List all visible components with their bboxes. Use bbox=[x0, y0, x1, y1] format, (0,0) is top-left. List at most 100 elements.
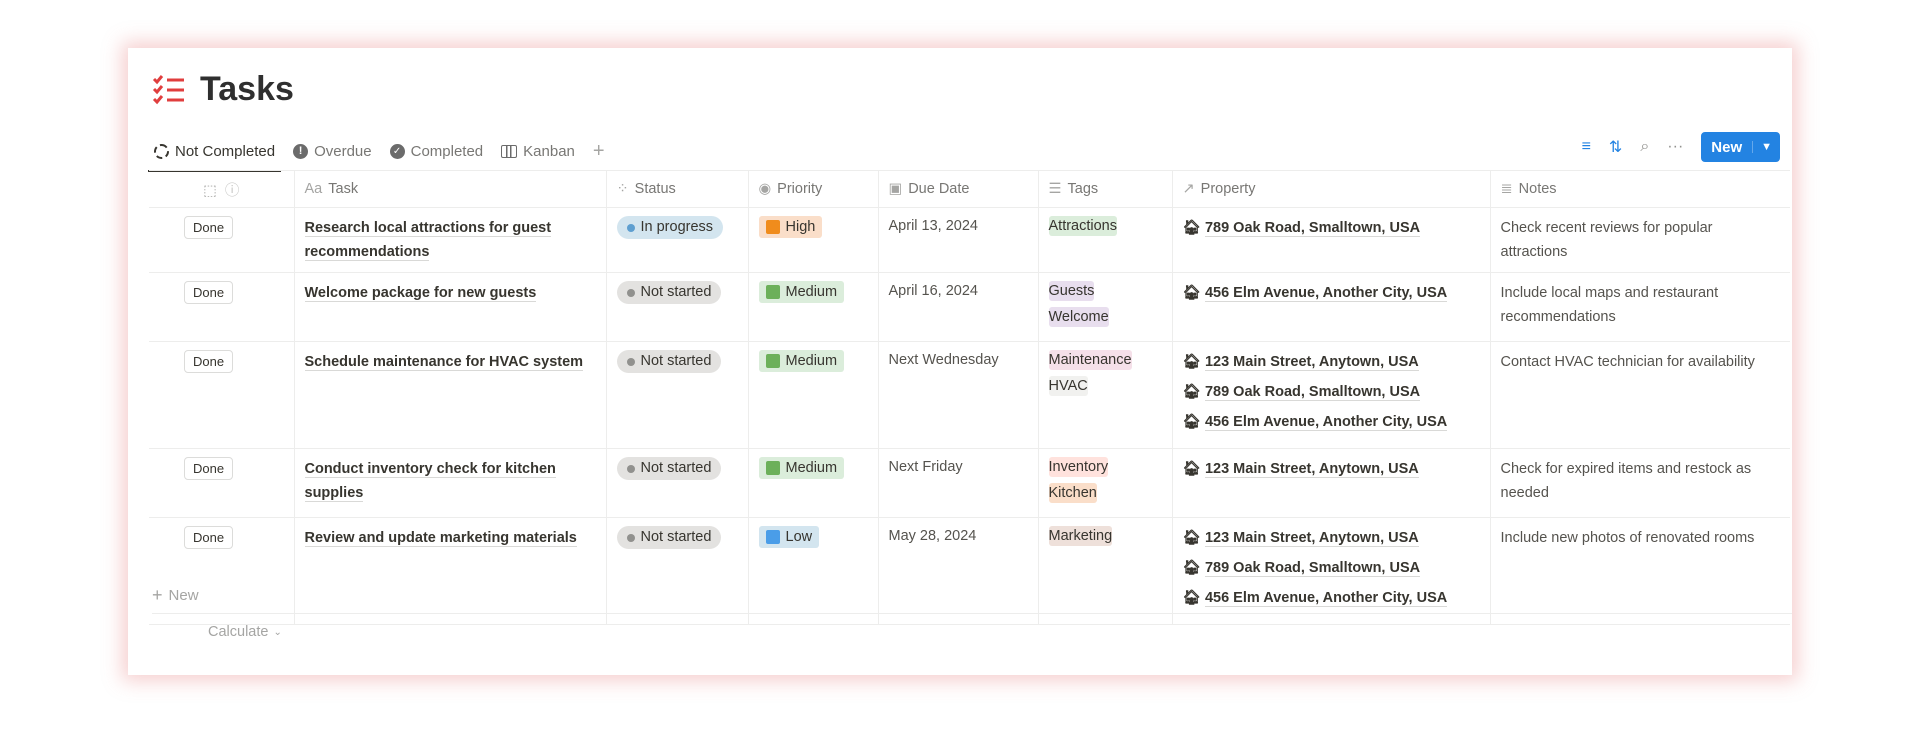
header-row: ⬚ ⓘ Aa Task ⁘ Status ◉ Priority ▣ Due Date ☰… bbox=[149, 170, 1790, 208]
task-cell[interactable]: Welcome package for new guests bbox=[293, 272, 607, 342]
done-button[interactable]: Done bbox=[184, 281, 234, 304]
tag-badge: Inventory bbox=[1048, 457, 1109, 477]
house-icon: 🏠︎ bbox=[1182, 461, 1201, 477]
more-icon[interactable]: ··· bbox=[1667, 138, 1683, 156]
table-row[interactable]: Done Conduct inventory check for kitchen… bbox=[149, 448, 1790, 518]
column-header-property[interactable]: ↗ Property bbox=[1171, 170, 1491, 208]
task-title[interactable]: Research local attractions for guest rec… bbox=[304, 220, 552, 261]
column-header-task[interactable]: Aa Task bbox=[293, 170, 607, 208]
select-icon: ◉ bbox=[758, 181, 772, 197]
sort-icon[interactable]: ⇅ bbox=[1609, 137, 1622, 157]
search-icon[interactable]: ⌕ bbox=[1640, 138, 1649, 156]
checklist-icon bbox=[152, 74, 184, 104]
tasks-database: Tasks Not Completed ! Overdue ✓ Completed … bbox=[128, 48, 1792, 675]
property-link[interactable]: 🏠︎ 123 Main Street, Anytown, USA bbox=[1183, 350, 1480, 374]
column-header-status[interactable]: ⁘ Status bbox=[605, 170, 749, 208]
notes-cell[interactable]: Check recent reviews for popular attract… bbox=[1489, 207, 1790, 273]
house-icon: 🏠︎ bbox=[1182, 220, 1201, 236]
property-cell[interactable]: 🏠︎ 789 Oak Road, Smalltown, USA bbox=[1171, 207, 1491, 273]
priority-cell[interactable]: High bbox=[747, 207, 879, 273]
due-date-cell[interactable]: Next Wednesday bbox=[877, 341, 1039, 449]
priority-square-icon bbox=[765, 530, 780, 544]
property-link[interactable]: 🏠︎ 123 Main Street, Anytown, USA bbox=[1183, 526, 1480, 550]
status-dot-icon bbox=[626, 223, 635, 232]
plus-icon: + bbox=[592, 139, 605, 162]
column-header-due-date[interactable]: ▣ Due Date bbox=[877, 170, 1039, 208]
status-cell[interactable]: Not started bbox=[605, 272, 749, 342]
view-toolbar: ≡ ⇅ ⌕ ··· New ▼ bbox=[1582, 132, 1780, 162]
property-cell[interactable]: 🏠︎ 456 Elm Avenue, Another City, USA bbox=[1171, 272, 1491, 342]
column-header-tags[interactable]: ☰ Tags bbox=[1037, 170, 1173, 208]
priority-cell[interactable]: Medium bbox=[747, 448, 879, 518]
property-link[interactable]: 🏠︎ 123 Main Street, Anytown, USA bbox=[1183, 457, 1480, 481]
add-view-button[interactable]: + bbox=[587, 132, 611, 170]
priority-badge: High bbox=[758, 216, 823, 238]
task-cell[interactable]: Conduct inventory check for kitchen supp… bbox=[293, 448, 607, 518]
table-row[interactable]: Done Schedule maintenance for HVAC syste… bbox=[149, 341, 1790, 449]
status-cell[interactable]: In progress bbox=[605, 207, 749, 273]
priority-badge: Low bbox=[758, 526, 820, 548]
done-button[interactable]: Done bbox=[184, 457, 234, 480]
property-link[interactable]: 🏠︎ 456 Elm Avenue, Another City, USA bbox=[1183, 410, 1480, 434]
table-row[interactable]: Done Welcome package for new guests Not … bbox=[149, 272, 1790, 342]
chevron-down-icon: ⌄ bbox=[273, 626, 282, 638]
plus-icon: + bbox=[152, 585, 163, 605]
task-title[interactable]: Review and update marketing materials bbox=[304, 530, 577, 547]
tags-cell[interactable]: Guests Welcome bbox=[1037, 272, 1173, 342]
status-cell[interactable]: Not started bbox=[605, 448, 749, 518]
notes-cell[interactable]: Check for expired items and restock as n… bbox=[1489, 448, 1790, 518]
tag-badge: Attractions bbox=[1048, 216, 1117, 236]
calendar-icon: ▣ bbox=[888, 181, 903, 197]
priority-badge: Medium bbox=[758, 457, 845, 479]
tags-cell[interactable]: Inventory Kitchen bbox=[1037, 448, 1173, 518]
chevron-down-icon[interactable]: ▼ bbox=[1752, 141, 1780, 153]
due-date-cell[interactable]: April 13, 2024 bbox=[877, 207, 1039, 273]
add-row-button[interactable]: + New bbox=[152, 578, 1792, 614]
tags-cell[interactable]: Attractions bbox=[1037, 207, 1173, 273]
priority-cell[interactable]: Medium bbox=[747, 341, 879, 449]
notes-cell[interactable]: Contact HVAC technician for availability bbox=[1489, 341, 1790, 449]
priority-cell[interactable]: Medium bbox=[747, 272, 879, 342]
check-circle-icon: ✓ bbox=[389, 143, 405, 159]
status-dot-icon bbox=[626, 357, 635, 366]
new-button[interactable]: New ▼ bbox=[1701, 132, 1780, 162]
property-cell[interactable]: 🏠︎ 123 Main Street, Anytown, USA bbox=[1171, 448, 1491, 518]
status-dot-icon bbox=[626, 288, 635, 297]
due-date-cell[interactable]: April 16, 2024 bbox=[877, 272, 1039, 342]
task-title[interactable]: Conduct inventory check for kitchen supp… bbox=[304, 461, 556, 502]
task-title[interactable]: Welcome package for new guests bbox=[304, 285, 537, 302]
due-date-cell[interactable]: Next Friday bbox=[877, 448, 1039, 518]
property-link[interactable]: 🏠︎ 456 Elm Avenue, Another City, USA bbox=[1183, 281, 1480, 305]
property-link[interactable]: 🏠︎ 789 Oak Road, Smalltown, USA bbox=[1183, 380, 1480, 404]
tab-overdue[interactable]: ! Overdue bbox=[287, 132, 378, 170]
done-button[interactable]: Done bbox=[184, 350, 234, 373]
property-link[interactable]: 🏠︎ 789 Oak Road, Smalltown, USA bbox=[1183, 556, 1480, 580]
tab-completed[interactable]: ✓ Completed bbox=[384, 132, 490, 170]
relation-arrow-icon: ↗ bbox=[1182, 181, 1195, 197]
property-cell[interactable]: 🏠︎ 123 Main Street, Anytown, USA 🏠︎ 789 O… bbox=[1171, 341, 1491, 449]
status-badge: Not started bbox=[616, 526, 722, 549]
column-header-notes[interactable]: ≣ Notes bbox=[1489, 170, 1790, 208]
status-dot-icon bbox=[626, 533, 635, 542]
tasks-table: ⬚ ⓘ Aa Task ⁘ Status ◉ Priority ▣ Due Date ☰… bbox=[149, 170, 1790, 625]
task-cell[interactable]: Schedule maintenance for HVAC system bbox=[293, 341, 607, 449]
task-title[interactable]: Schedule maintenance for HVAC system bbox=[304, 354, 584, 371]
calculate-button[interactable]: Calculate ⌄ bbox=[208, 614, 282, 650]
filter-icon[interactable]: ≡ bbox=[1582, 138, 1591, 156]
table-row[interactable]: Done Research local attractions for gues… bbox=[149, 207, 1790, 273]
status-cell[interactable]: Not started bbox=[605, 341, 749, 449]
tag-badge: Marketing bbox=[1048, 526, 1113, 546]
column-header-priority[interactable]: ◉ Priority bbox=[747, 170, 879, 208]
done-button[interactable]: Done bbox=[184, 216, 234, 239]
notes-cell[interactable]: Include local maps and restaurant recomm… bbox=[1489, 272, 1790, 342]
task-cell[interactable]: Research local attractions for guest rec… bbox=[293, 207, 607, 273]
tag-badge: Maintenance bbox=[1048, 350, 1132, 370]
tab-kanban[interactable]: Kanban bbox=[495, 132, 581, 170]
tab-not-completed[interactable]: Not Completed bbox=[148, 132, 282, 172]
tag-badge: Guests bbox=[1048, 281, 1095, 301]
property-link[interactable]: 🏠︎ 789 Oak Road, Smalltown, USA bbox=[1183, 216, 1480, 240]
status-badge: In progress bbox=[616, 216, 724, 239]
tag-badge: Kitchen bbox=[1048, 483, 1097, 503]
tags-cell[interactable]: Maintenance HVAC bbox=[1037, 341, 1173, 449]
done-button[interactable]: Done bbox=[184, 526, 234, 549]
